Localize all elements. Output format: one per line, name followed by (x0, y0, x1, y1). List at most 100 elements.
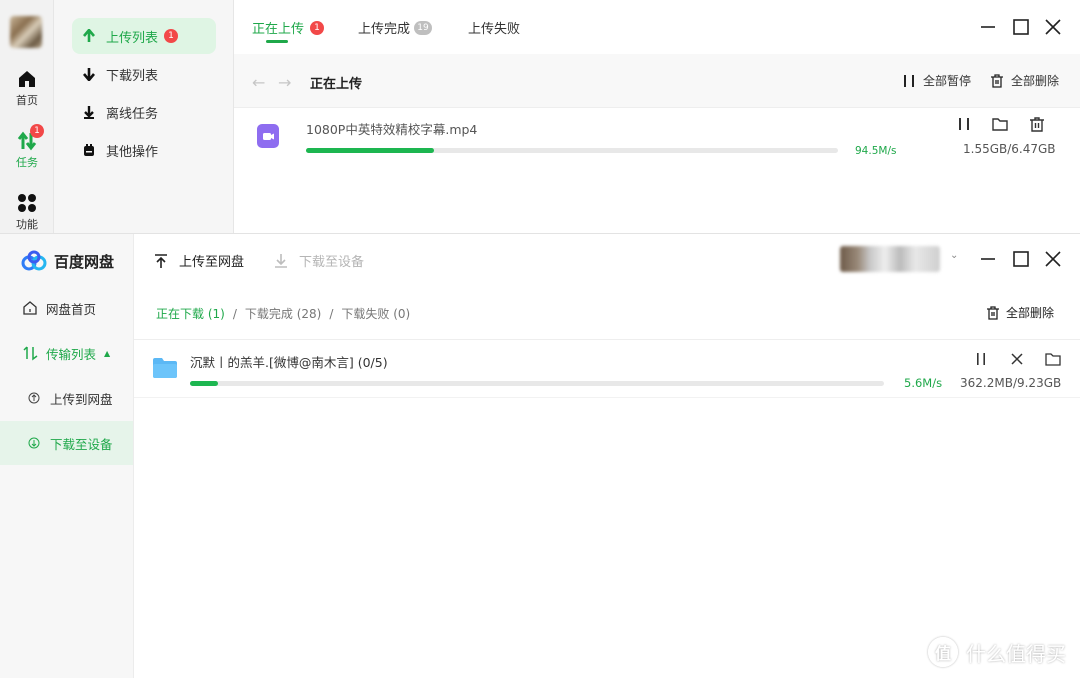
icon-rail: 首页 任务 1 功能 (0, 0, 54, 233)
tab-download-failed[interactable]: 下载失败 (0) (341, 305, 410, 322)
tab-label: 上传失败 (468, 22, 521, 37)
minimize-icon[interactable] (979, 18, 997, 36)
rail-functions-label: 功能 (16, 218, 38, 231)
download-to-device-button[interactable]: 下载至设备 (273, 251, 364, 270)
watermark-text: 什么值得买 (966, 641, 1066, 666)
app-logo: 百度网盘 (20, 250, 114, 272)
apps-grid-icon (18, 194, 36, 212)
upload-circle-icon (28, 392, 40, 404)
trash-icon (989, 73, 1005, 89)
upload-speed: 94.5M/s (855, 145, 897, 157)
folder-icon (153, 358, 177, 378)
delete-all-button[interactable]: 全部删除 (989, 72, 1059, 89)
maximize-icon[interactable] (1012, 18, 1030, 36)
delete-all-label: 全部删除 (1006, 306, 1055, 320)
sidebar-item-label: 传输列表 (46, 346, 97, 362)
upload-to-disk-button[interactable]: 上传至网盘 (153, 251, 244, 270)
upload-to-disk-label: 上传至网盘 (179, 255, 245, 270)
task-delete-icon[interactable] (1029, 116, 1045, 132)
download-tabs: 正在下载 (1) / 下载完成 (28) / 下载失败 (0) (156, 305, 410, 322)
netdisk-sidebar: 百度网盘 网盘首页 传输列表 ▲ 上传到网盘 下载至设备 (0, 234, 134, 678)
pause-icon (901, 73, 917, 89)
tab-uploading[interactable]: 正在上传 1 (252, 18, 325, 37)
upload-sidebar: 上传列表 1 下载列表 离线任务 其他操作 (54, 0, 234, 233)
rail-functions[interactable]: 功能 (0, 192, 54, 232)
offline-download-icon (82, 105, 96, 119)
back-arrow-icon[interactable]: ← (252, 73, 265, 92)
pause-all-button[interactable]: 全部暂停 (901, 72, 971, 89)
tab-upload-complete-badge: 19 (414, 20, 433, 35)
rail-home-label: 首页 (16, 94, 38, 107)
download-progress-fill (190, 381, 218, 386)
upload-progress-bar (306, 148, 838, 153)
sidebar-item-upload[interactable]: 上传到网盘 (0, 376, 133, 420)
upload-window: 首页 任务 1 功能 上传列表 1 下载列表 离线任务 其他操作 正在上传 1 … (0, 0, 1080, 233)
baidu-netdisk-window: 百度网盘 网盘首页 传输列表 ▲ 上传到网盘 下载至设备 上传至网盘 下载至设备… (0, 233, 1080, 678)
download-to-device-label: 下载至设备 (299, 255, 365, 270)
user-account[interactable] (840, 246, 940, 272)
download-size: 362.2MB/9.23GB (960, 376, 1062, 390)
task-cancel-icon[interactable] (1009, 351, 1025, 367)
rail-tasks-label: 任务 (16, 156, 38, 169)
active-tab-indicator (266, 40, 288, 43)
download-progress-bar (190, 381, 884, 386)
maximize-icon[interactable] (1012, 250, 1030, 268)
rail-home[interactable]: 首页 (0, 68, 54, 108)
download-circle-icon (28, 437, 40, 449)
video-file-icon (257, 124, 279, 148)
tab-label: 上传完成 (358, 22, 411, 37)
sidebar-item-label: 其他操作 (106, 144, 159, 160)
sidebar-item-label: 下载至设备 (50, 436, 113, 452)
task-pause-icon[interactable] (956, 116, 972, 132)
sidebar-item-label: 离线任务 (106, 106, 159, 122)
folder-icon[interactable] (992, 116, 1008, 132)
watermark: 值 什么值得买 (928, 637, 1066, 667)
arrow-down-icon (82, 67, 96, 81)
trash-icon (987, 305, 999, 320)
tab-download-complete[interactable]: 下载完成 (28) (245, 305, 321, 322)
home-outline-icon (23, 301, 37, 315)
tab-upload-failed[interactable]: 上传失败 (468, 18, 520, 37)
tab-upload-complete[interactable]: 上传完成 19 (358, 18, 433, 37)
divider (134, 339, 1080, 340)
upload-file-name: 1080P中英特效精校字幕.mp4 (306, 122, 478, 137)
caret-up-icon: ▲ (104, 348, 111, 358)
tab-separator: / (329, 306, 334, 321)
sidebar-item-label: 网盘首页 (46, 301, 97, 317)
close-icon[interactable] (1044, 18, 1062, 36)
download-file-name: 沉默丨的羔羊.[微博@南木言] (0/5) (190, 355, 388, 370)
sidebar-item-offline-tasks[interactable]: 离线任务 (72, 94, 216, 130)
baidu-cloud-icon (21, 250, 47, 271)
task-pause-icon[interactable] (973, 351, 989, 367)
sidebar-item-transfer-list[interactable]: 传输列表 ▲ (0, 331, 133, 375)
forward-arrow-icon[interactable]: → (278, 73, 291, 92)
tab-downloading[interactable]: 正在下载 (1) (156, 305, 225, 322)
sidebar-item-download-list[interactable]: 下载列表 (72, 56, 216, 92)
watermark-logo: 值 (928, 637, 958, 667)
delete-all-button[interactable]: 全部删除 (986, 304, 1054, 321)
tab-uploading-badge: 1 (310, 20, 325, 35)
divider (134, 397, 1080, 398)
sidebar-item-label: 上传到网盘 (50, 391, 113, 407)
close-icon[interactable] (1044, 250, 1062, 268)
sidebar-item-home[interactable]: 网盘首页 (0, 286, 133, 330)
avatar[interactable] (10, 16, 42, 48)
home-icon (19, 71, 35, 87)
rail-tasks[interactable]: 任务 (0, 130, 54, 170)
upload-list-badge: 1 (164, 29, 179, 43)
sidebar-item-other[interactable]: 其他操作 (72, 132, 216, 168)
download-icon (275, 253, 287, 268)
sidebar-item-upload-list[interactable]: 上传列表 1 (72, 18, 216, 54)
minimize-icon[interactable] (979, 250, 997, 268)
sidebar-item-download[interactable]: 下载至设备 (0, 421, 133, 465)
chevron-down-icon[interactable]: ⌄ (950, 250, 958, 261)
delete-all-label: 全部删除 (1011, 74, 1060, 88)
open-folder-icon[interactable] (1045, 351, 1061, 367)
tab-label: 正在上传 (252, 22, 305, 37)
upload-icon (155, 253, 167, 268)
tab-separator: / (232, 306, 237, 321)
page-title: 正在上传 (310, 77, 363, 92)
calendar-icon (82, 143, 96, 157)
sidebar-item-label: 下载列表 (106, 68, 159, 84)
upload-size: 1.55GB/6.47GB (963, 142, 1056, 156)
